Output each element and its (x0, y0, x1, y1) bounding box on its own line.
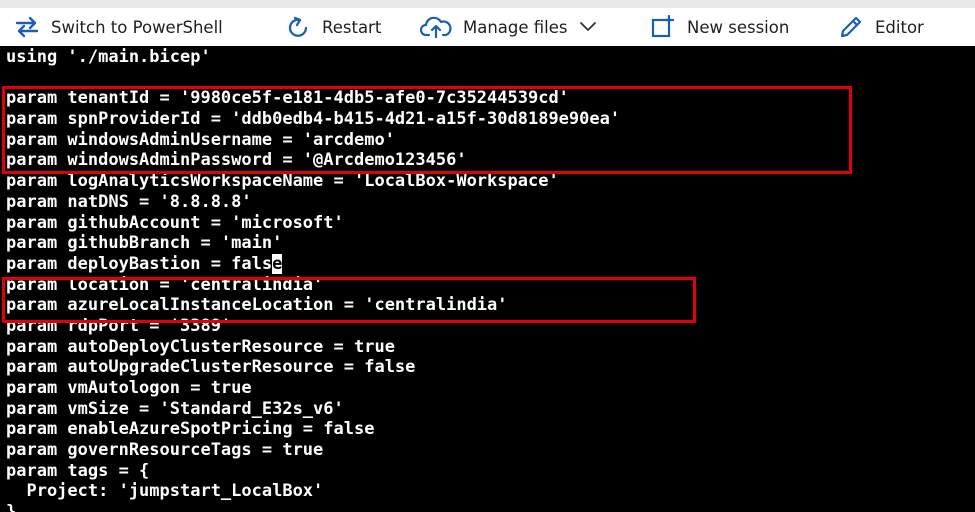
terminal-line: param githubAccount = 'microsoft' (6, 212, 344, 233)
terminal-line: param enableAzureSpotPricing = false (6, 419, 375, 440)
text-cursor: e (271, 252, 284, 275)
terminal-line: param autoUpgradeClusterResource = false (6, 357, 416, 378)
terminal-line: param tags = { (6, 460, 150, 481)
terminal-line: param vmAutologon = true (6, 378, 252, 398)
terminal-line: param autoDeployClusterResource = true (6, 336, 395, 357)
terminal-line: param windowsAdminUsername = 'arcdemo' (6, 129, 395, 150)
terminal-line: param githubBranch = 'main' (6, 233, 283, 254)
terminal-line: } (6, 502, 620, 512)
terminal-line: param tenantId = '9980ce5f-e181-4db5-afe… (6, 88, 569, 109)
toolbar: Switch to PowerShell Restart Manage file… (0, 0, 975, 46)
terminal-line: param azureLocalInstanceLocation = 'cent… (6, 295, 508, 316)
terminal-line: param governResourceTags = true (6, 440, 324, 461)
switch-arrows-icon (14, 16, 40, 38)
restart-button[interactable]: Restart (287, 13, 381, 41)
editor-button[interactable]: Editor (838, 13, 924, 41)
restart-icon (287, 16, 311, 38)
terminal-line: using './main.bicep' (6, 47, 211, 67)
terminal-line: param vmSize = 'Standard_E32s_v6' (6, 398, 344, 419)
pencil-icon (838, 15, 864, 39)
manage-files-label: Manage files (463, 17, 568, 37)
terminal-line: param deployBastion = false (6, 252, 620, 275)
terminal-line-text: param deployBastion = fals (6, 253, 273, 274)
switch-to-powershell-button[interactable]: Switch to PowerShell (14, 13, 223, 41)
cloud-upload-icon (420, 16, 452, 38)
switch-to-powershell-label: Switch to PowerShell (51, 17, 223, 37)
manage-files-button[interactable]: Manage files (420, 13, 596, 41)
terminal-line: param logAnalyticsWorkspaceName = 'Local… (6, 171, 559, 192)
terminal-line: Project: 'jumpstart_LocalBox' (6, 481, 324, 502)
terminal-line: param rdpPort = '3389' (6, 315, 232, 336)
chevron-down-icon[interactable] (579, 22, 596, 32)
restart-label: Restart (322, 17, 382, 37)
new-session-label: New session (687, 17, 790, 37)
terminal-line: param windowsAdminPassword = '@Arcdemo12… (6, 150, 467, 171)
new-session-button[interactable]: New session (650, 13, 789, 41)
terminal-line: param natDNS = '8.8.8.8' (6, 191, 252, 212)
terminal-output: using './main.bicep' param tenantId = '99… (6, 47, 620, 512)
new-session-icon (650, 15, 676, 39)
terminal-pane[interactable]: using './main.bicep' param tenantId = '99… (0, 46, 975, 512)
editor-label: Editor (875, 17, 924, 37)
terminal-line: param location = 'centralindia' (6, 274, 324, 295)
cloud-shell-window: Switch to PowerShell Restart Manage file… (0, 0, 975, 512)
terminal-line: param spnProviderId = 'ddb0edb4-b415-4d2… (6, 109, 621, 130)
